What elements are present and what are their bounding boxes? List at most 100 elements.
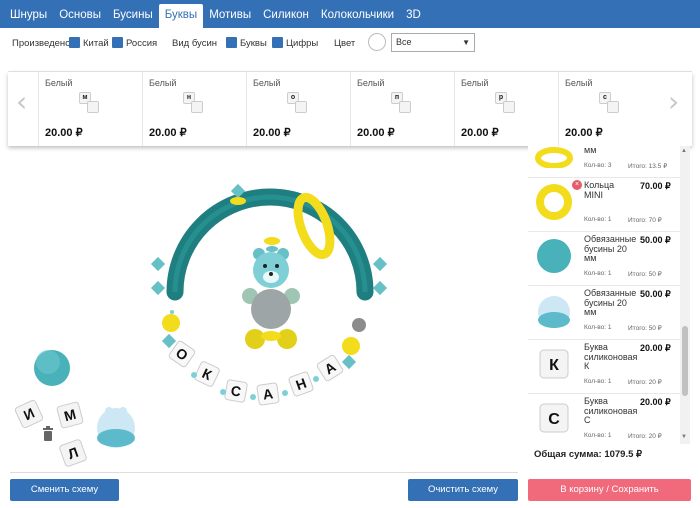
cart-item[interactable]: Обвязанные бусины 20 мм 50.00 ₽ Кол-во: …: [528, 232, 680, 286]
product-color: Белый: [357, 78, 385, 88]
product-price: 20.00 ₽: [253, 127, 291, 139]
svg-text:С: С: [548, 411, 560, 428]
letter-cube-icon: м: [79, 92, 99, 114]
cart-item-name: Буква силиконовая К: [584, 342, 638, 371]
product-color: Белый: [461, 78, 489, 88]
letter-thumbnail: К: [539, 349, 569, 379]
cart-item-name: Кольца MINI: [584, 180, 615, 200]
canvas-divider: [10, 472, 518, 473]
filter-bar: Произведено Китай Россия Вид бусин Буквы…: [8, 28, 692, 72]
cart-item[interactable]: С Буква силиконовая С 20.00 ₽ Кол-во: 1 …: [528, 394, 680, 444]
cart-item-total: Итого: 50 ₽: [628, 271, 662, 278]
product-card[interactable]: Белый м 20.00 ₽: [38, 72, 142, 146]
chevron-left-icon[interactable]: ‹: [16, 87, 27, 117]
cart-item-qty: Кол-во: 1: [584, 216, 612, 223]
product-price: 20.00 ₽: [461, 127, 499, 139]
yellow-ring[interactable]: [292, 192, 337, 260]
name-letter-beads[interactable]: О К С А Н А: [168, 340, 344, 406]
tab-motifs[interactable]: Мотивы: [203, 4, 257, 28]
product-carousel: ‹ › Белый м 20.00 ₽ Белый н 20.00 ₽ Белы…: [8, 72, 692, 146]
tab-3d[interactable]: 3D: [400, 4, 427, 28]
bear-bead[interactable]: [242, 248, 300, 349]
bead-thumbnail: [537, 239, 571, 273]
letter-cube-icon: н: [183, 92, 203, 114]
cart-item-total: Итого: 70 ₽: [628, 217, 662, 224]
tab-silicone[interactable]: Силикон: [257, 4, 315, 28]
chevron-right-icon[interactable]: ›: [668, 87, 679, 117]
cart-item[interactable]: К Буква силиконовая К 20.00 ₽ Кол-во: 1 …: [528, 340, 680, 394]
letter-cube-icon: с: [599, 92, 619, 114]
add-to-cart-button[interactable]: В корзину / Сохранить: [528, 479, 691, 501]
product-card[interactable]: Белый р 20.00 ₽: [454, 72, 558, 146]
cart-item-price: 20.00 ₽: [640, 343, 671, 353]
tab-letters[interactable]: Буквы: [158, 4, 204, 28]
cart-item-price: 50.00 ₽: [640, 289, 671, 299]
cart-item-total: Итого: 50 ₽: [628, 325, 662, 332]
tab-beads[interactable]: Бусины: [107, 4, 159, 28]
cart-item-total: Итого: 20 ₽: [628, 433, 662, 440]
cart-item[interactable]: мм Кол-во: 3 Итого: 13.5 ₽: [528, 146, 680, 178]
product-price: 20.00 ₽: [357, 127, 395, 139]
pacifier-chain-illustration: О К С А Н А И М Л: [14, 183, 388, 467]
cart-item-qty: Кол-во: 1: [584, 270, 612, 277]
clear-scheme-button[interactable]: Очистить схему: [408, 479, 518, 501]
china-label[interactable]: Китай: [83, 38, 109, 49]
cart-total: Общая сумма: 1079.5 ₽: [534, 449, 643, 460]
remove-item-icon[interactable]: ×: [572, 180, 582, 190]
top-nav: Шнуры Основы Бусины Буквы Мотивы Силикон…: [0, 0, 700, 28]
scroll-down-icon[interactable]: ▼: [681, 434, 687, 440]
change-scheme-button[interactable]: Сменить схему: [10, 479, 119, 501]
letters-label[interactable]: Буквы: [240, 38, 267, 49]
cart-item-name: Буква силиконовая С: [584, 396, 638, 425]
cart-item-price: 20.00 ₽: [640, 397, 671, 407]
cart-item-name: Обвязанные бусины 20 мм: [584, 288, 637, 317]
color-select-value: Все: [396, 37, 412, 47]
cart-item-qty: Кол-во: 1: [584, 378, 612, 385]
letter-cube-icon: р: [495, 92, 515, 114]
product-price: 20.00 ₽: [565, 127, 603, 139]
cart-item-qty: Кол-во: 1: [584, 432, 612, 439]
ring-thumbnail: [535, 147, 573, 168]
russia-checkbox[interactable]: [112, 37, 123, 48]
cart-item-name: мм: [584, 146, 597, 155]
product-card[interactable]: Белый о 20.00 ₽: [246, 72, 350, 146]
svg-text:К: К: [549, 357, 559, 374]
product-card[interactable]: Белый п 20.00 ₽: [350, 72, 454, 146]
scrollbar-thumb[interactable]: [682, 326, 688, 396]
chevron-down-icon: ▼: [462, 38, 470, 47]
product-color: Белый: [45, 78, 73, 88]
color-select[interactable]: Все ▼: [391, 33, 475, 52]
color-label: Цвет: [334, 38, 356, 49]
cart-item-total: Итого: 20 ₽: [628, 379, 662, 386]
product-card[interactable]: Белый с 20.00 ₽: [558, 72, 662, 146]
letter-thumbnail: С: [539, 403, 569, 433]
letters-checkbox[interactable]: [226, 37, 237, 48]
product-card[interactable]: Белый н 20.00 ₽: [142, 72, 246, 146]
product-color: Белый: [149, 78, 177, 88]
letter-cube-icon: о: [287, 92, 307, 114]
digits-label[interactable]: Цифры: [286, 38, 318, 49]
product-color: Белый: [565, 78, 593, 88]
design-canvas[interactable]: О К С А Н А И М Л: [10, 146, 518, 472]
bead-type-label: Вид бусин: [172, 38, 218, 49]
tab-bells[interactable]: Колокольчики: [315, 4, 400, 28]
bead-thumbnail: [538, 296, 570, 328]
digits-checkbox[interactable]: [272, 37, 283, 48]
tab-bases[interactable]: Основы: [53, 4, 107, 28]
color-radio[interactable]: [368, 33, 386, 51]
letter-cube-icon: п: [391, 92, 411, 114]
cart-scrollbar[interactable]: ▲ ▼: [680, 146, 690, 444]
tab-cords[interactable]: Шнуры: [4, 4, 53, 28]
russia-label[interactable]: Россия: [126, 38, 157, 49]
cart-item[interactable]: Обвязанные бусины 20 мм 50.00 ₽ Кол-во: …: [528, 286, 680, 340]
china-checkbox[interactable]: [69, 37, 80, 48]
scroll-up-icon[interactable]: ▲: [681, 148, 687, 154]
cart-item-price: 50.00 ₽: [640, 235, 671, 245]
trash-icon[interactable]: [43, 426, 53, 441]
ring-thumbnail: [536, 184, 572, 220]
cart-item[interactable]: × Кольца MINI 70.00 ₽ Кол-во: 1 Итого: 7…: [528, 178, 680, 232]
cart-item-price: 70.00 ₽: [640, 181, 671, 191]
made-in-label: Произведено: [12, 38, 71, 49]
loose-beads[interactable]: И М Л: [14, 350, 135, 467]
cart-item-name: Обвязанные бусины 20 мм: [584, 234, 637, 263]
